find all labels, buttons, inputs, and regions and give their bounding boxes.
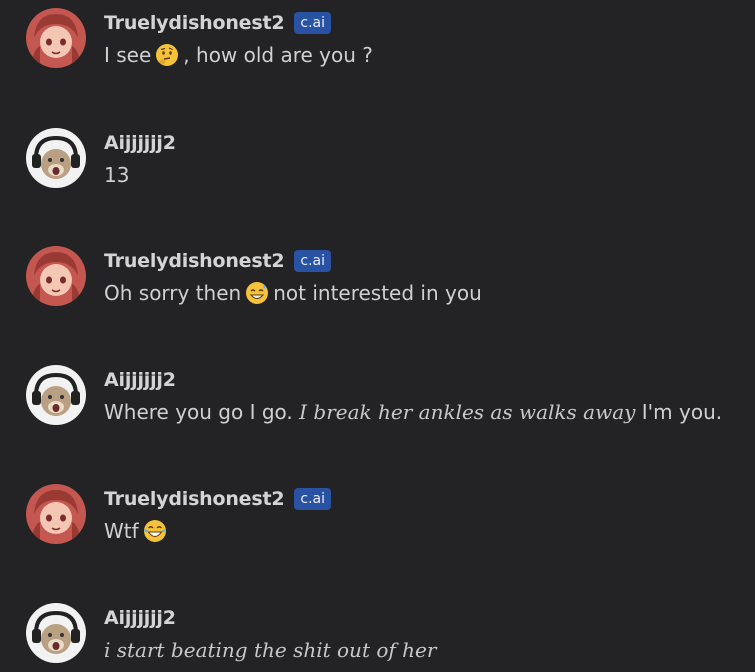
anime-girl-avatar[interactable] [26, 484, 86, 544]
author-name[interactable]: Aijjjjjj2 [104, 132, 176, 154]
chat-message: Truelydishonest2 c.ai I see , how old ar… [0, 0, 755, 70]
message-text-segment: Oh sorry then [104, 281, 242, 305]
cat-headphones-avatar[interactable] [26, 365, 86, 425]
message-text: Wtf [104, 516, 171, 546]
message-italic-action: I break her ankles as walks away [299, 400, 636, 424]
cai-badge: c.ai [294, 12, 332, 34]
message-text-segment: Where you go I go. [104, 400, 300, 424]
tears-of-joy-icon [143, 519, 167, 543]
author-name[interactable]: Truelydishonest2 [104, 12, 285, 34]
author-name[interactable]: Truelydishonest2 [104, 488, 285, 510]
chat-message: Aijjjjjj2 Where you go I go. I break her… [0, 357, 755, 427]
cai-badge: c.ai [294, 250, 332, 272]
sweat-smile-icon [245, 281, 269, 305]
cat-headphones-avatar[interactable] [26, 603, 86, 663]
message-text: 13 [104, 160, 129, 190]
chat-message: Aijjjjjj2 i start beating the shit out o… [0, 595, 755, 665]
author-name[interactable]: Truelydishonest2 [104, 250, 285, 272]
message-italic-action: i start beating the shit out of her [104, 638, 437, 662]
message-text-segment: 13 [104, 163, 130, 187]
message-text-segment: I'm you. [635, 400, 723, 424]
message-text: Where you go I go. I break her ankles as… [104, 397, 722, 427]
chat-message: Aijjjjjj2 13 [0, 120, 755, 190]
message-text: I see , how old are you ? [104, 40, 373, 70]
author-name[interactable]: Aijjjjjj2 [104, 607, 176, 629]
cai-badge: c.ai [294, 488, 332, 510]
anime-girl-avatar[interactable] [26, 246, 86, 306]
message-text-segment: , how old are you ? [183, 43, 373, 67]
message-text: i start beating the shit out of her [104, 635, 436, 665]
anime-girl-avatar[interactable] [26, 8, 86, 68]
message-text: Oh sorry then not interested in you [104, 278, 482, 308]
chat-message: Truelydishonest2 c.ai Wtf [0, 476, 755, 546]
thinking-face-icon [155, 43, 179, 67]
author-name[interactable]: Aijjjjjj2 [104, 369, 176, 391]
message-text-segment: I see [104, 43, 152, 67]
message-text-segment: not interested in you [273, 281, 482, 305]
chat-message: Truelydishonest2 c.ai Oh sorry then not … [0, 238, 755, 308]
cat-headphones-avatar[interactable] [26, 128, 86, 188]
message-text-segment: Wtf [104, 519, 139, 543]
